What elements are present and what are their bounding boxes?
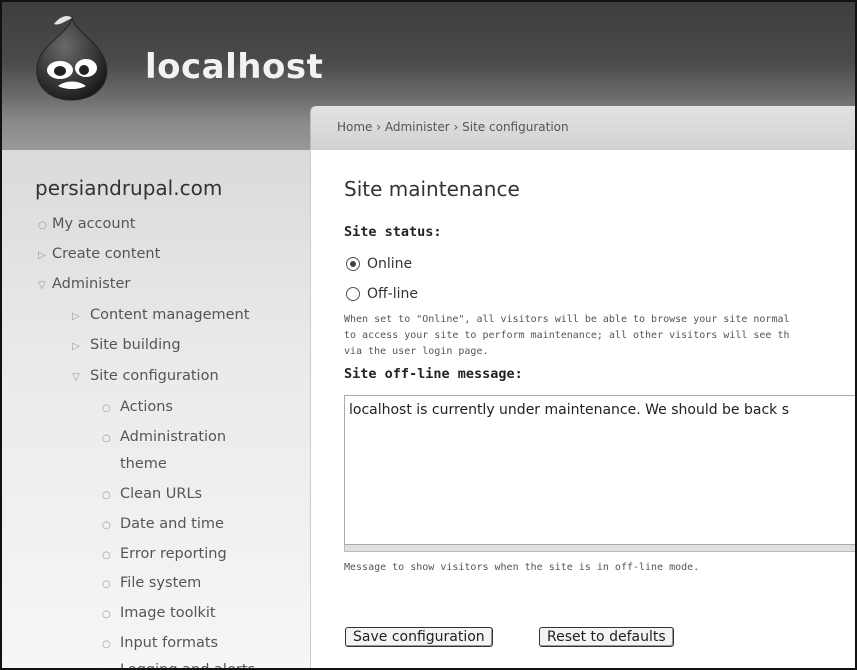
sidebar-item-label: Logging and alerts bbox=[120, 662, 256, 670]
sidebar-title: persiandrupal.com bbox=[35, 176, 223, 200]
site-status-description: When set to "Online", all visitors will … bbox=[344, 312, 855, 360]
circle-bullet-icon: ○ bbox=[102, 639, 111, 650]
triangle-right-icon: ▷ bbox=[72, 311, 80, 322]
sidebar-item-administration-theme[interactable]: ○ Administration bbox=[102, 429, 226, 445]
radio-online-label[interactable]: Online bbox=[367, 256, 412, 272]
triangle-right-icon: ▷ bbox=[72, 341, 80, 352]
page-title: Site maintenance bbox=[344, 177, 520, 201]
radio-offline-label[interactable]: Off-line bbox=[367, 286, 418, 302]
site-name[interactable]: localhost bbox=[145, 47, 323, 87]
circle-bullet-icon: ○ bbox=[102, 550, 111, 561]
sidebar-item-file-system[interactable]: ○ File system bbox=[102, 575, 201, 591]
triangle-down-icon: ▽ bbox=[38, 280, 46, 291]
sidebar: persiandrupal.com ○ My account ▷ Create co… bbox=[2, 150, 310, 670]
sidebar-item-label: Actions bbox=[120, 399, 173, 415]
sidebar-item-clean-urls[interactable]: ○ Clean URLs bbox=[102, 486, 202, 502]
sidebar-item-label: Input formats bbox=[120, 635, 219, 651]
circle-bullet-icon: ○ bbox=[102, 609, 111, 620]
textarea-resize-grip[interactable] bbox=[344, 545, 855, 552]
circle-bullet-icon: ○ bbox=[102, 403, 111, 414]
circle-bullet-icon: ○ bbox=[102, 490, 111, 501]
sidebar-item-logging-and-alerts[interactable]: ▷Logging and alerts bbox=[102, 662, 256, 670]
browser-frame: localhost Home › Administer › Site confi… bbox=[0, 0, 857, 670]
offline-message-description: Message to show visitors when the site i… bbox=[344, 562, 700, 573]
circle-bullet-icon: ○ bbox=[102, 433, 111, 444]
sidebar-item-label: Image toolkit bbox=[120, 605, 216, 621]
sidebar-item-label: File system bbox=[120, 575, 202, 591]
sidebar-item-site-building[interactable]: ▷ Site building bbox=[72, 337, 181, 353]
sidebar-item-actions[interactable]: ○ Actions bbox=[102, 399, 173, 415]
sidebar-item-label: Clean URLs bbox=[120, 486, 203, 502]
reset-to-defaults-button[interactable]: Reset to defaults bbox=[539, 627, 674, 647]
circle-bullet-icon: ○ bbox=[102, 579, 111, 590]
radio-online[interactable]: Online bbox=[346, 256, 412, 272]
drupal-logo-icon[interactable] bbox=[24, 14, 120, 104]
circle-bullet-icon: ○ bbox=[38, 220, 47, 231]
radio-unchecked-icon[interactable] bbox=[346, 287, 360, 301]
description-line: When set to "Online", all visitors will … bbox=[344, 314, 790, 325]
triangle-down-icon: ▽ bbox=[72, 372, 80, 383]
triangle-right-icon: ▷ bbox=[102, 666, 120, 668]
sidebar-item-label: Error reporting bbox=[120, 546, 227, 562]
sidebar-item-label: Administer bbox=[52, 276, 131, 292]
save-configuration-button[interactable]: Save configuration bbox=[345, 627, 493, 647]
circle-bullet-icon: ○ bbox=[102, 520, 111, 531]
sidebar-item-administer[interactable]: ▽ Administer bbox=[38, 276, 130, 292]
radio-checked-icon[interactable] bbox=[346, 257, 360, 271]
sidebar-item-label: Create content bbox=[52, 246, 161, 262]
sidebar-item-label: Site configuration bbox=[90, 368, 219, 384]
sidebar-item-label: My account bbox=[52, 216, 136, 232]
sidebar-item-label: Date and time bbox=[120, 516, 224, 532]
sidebar-item-date-and-time[interactable]: ○ Date and time bbox=[102, 516, 224, 532]
sidebar-item-input-formats[interactable]: ○ Input formats bbox=[102, 635, 218, 651]
sidebar-item-label: Administration bbox=[120, 429, 227, 445]
sidebar-item-create-content[interactable]: ▷ Create content bbox=[38, 246, 160, 262]
description-line: to access your site to perform maintenan… bbox=[344, 330, 790, 341]
sidebar-item-administration-theme-cont[interactable]: theme bbox=[120, 456, 167, 472]
radio-offline[interactable]: Off-line bbox=[346, 286, 418, 302]
sidebar-item-content-management[interactable]: ▷ Content management bbox=[72, 307, 249, 323]
sidebar-item-error-reporting[interactable]: ○ Error reporting bbox=[102, 546, 227, 562]
main-content: Site maintenance Site status: Online Off… bbox=[310, 150, 855, 668]
offline-message-textarea[interactable]: localhost is currently under maintenance… bbox=[344, 395, 855, 545]
sidebar-item-my-account[interactable]: ○ My account bbox=[38, 216, 135, 232]
sidebar-item-label: Site building bbox=[90, 337, 181, 353]
sidebar-item-site-configuration[interactable]: ▽ Site configuration bbox=[72, 368, 219, 384]
sidebar-item-label: Content management bbox=[90, 307, 250, 323]
breadcrumb-bar: Home › Administer › Site configuration bbox=[310, 106, 855, 150]
site-status-label: Site status: bbox=[344, 224, 442, 240]
sidebar-item-label: theme bbox=[120, 456, 167, 472]
triangle-right-icon: ▷ bbox=[38, 250, 46, 261]
offline-message-label: Site off-line message: bbox=[344, 366, 523, 382]
description-line: via the user login page. bbox=[344, 346, 489, 357]
breadcrumb[interactable]: Home › Administer › Site configuration bbox=[337, 120, 569, 134]
sidebar-item-image-toolkit[interactable]: ○ Image toolkit bbox=[102, 605, 216, 621]
